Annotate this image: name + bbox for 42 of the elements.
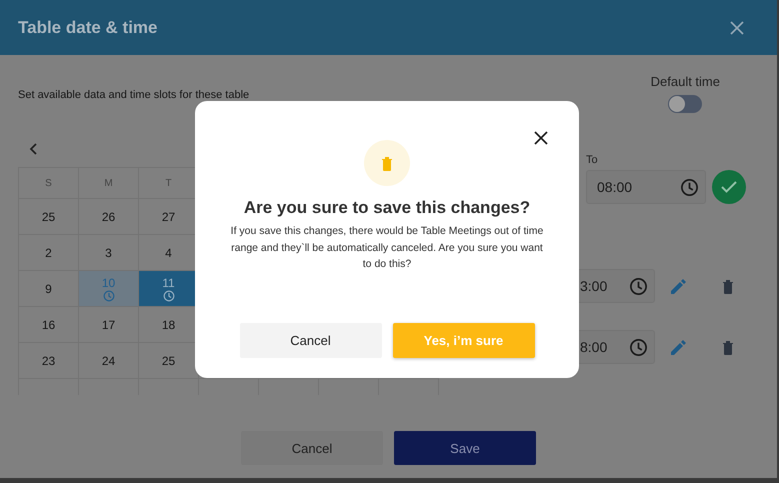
dialog-message: If you save this changes, there would be Table Meetings out of time range and they`ll be automatically canceled. Are you sure you want to do this? <box>230 224 544 272</box>
trash-icon[interactable] <box>722 278 734 294</box>
calendar-day[interactable]: 9 <box>19 271 78 306</box>
calendar-day[interactable]: 17 <box>79 307 138 342</box>
trash-icon <box>364 140 410 186</box>
calendar-day[interactable]: 27 <box>139 199 198 234</box>
calendar-day[interactable]: 25 <box>19 199 78 234</box>
clock-icon <box>680 178 699 196</box>
weekday-label: T <box>139 168 198 198</box>
trash-icon[interactable] <box>722 340 734 354</box>
close-icon[interactable] <box>534 131 548 145</box>
edit-icon[interactable] <box>670 278 687 294</box>
dialog-title: Are you sure to save this changes? <box>244 198 530 218</box>
calendar-day[interactable]: 11 <box>139 271 198 306</box>
calendar-day[interactable]: 4 <box>139 235 198 270</box>
cancel-button[interactable]: Cancel <box>241 431 383 465</box>
cancel-button[interactable]: Cancel <box>240 323 382 358</box>
calendar-day[interactable]: 16 <box>19 307 78 342</box>
clock-icon <box>162 290 174 302</box>
calendar-day[interactable]: 2 <box>19 235 78 270</box>
check-icon <box>721 181 737 193</box>
clock-icon <box>629 338 648 356</box>
time-field[interactable]: 08:00 <box>586 170 706 204</box>
edit-icon[interactable] <box>670 338 687 356</box>
description-text: Set available data and time slots for these table <box>18 88 250 103</box>
weekday-label: M <box>79 168 138 198</box>
calendar-day[interactable]: 24 <box>79 343 138 378</box>
calendar-day[interactable]: 18 <box>139 307 198 342</box>
save-button[interactable]: Save <box>394 431 536 465</box>
previous-month-icon[interactable] <box>29 142 37 154</box>
window-title: Table date & time <box>18 18 158 38</box>
clock-icon <box>629 276 648 296</box>
calendar-day[interactable]: 25 <box>139 343 198 378</box>
calendar-day[interactable]: 3 <box>79 235 138 270</box>
field-label: To <box>586 153 599 166</box>
toggle-label: Default time <box>650 74 720 89</box>
clock-icon <box>102 290 114 302</box>
calendar-day[interactable]: 26 <box>79 199 138 234</box>
confirm-check-button[interactable] <box>712 170 746 204</box>
weekday-label: S <box>19 168 78 198</box>
default-time-toggle[interactable] <box>668 95 702 113</box>
calendar-day[interactable]: 23 <box>19 343 78 378</box>
